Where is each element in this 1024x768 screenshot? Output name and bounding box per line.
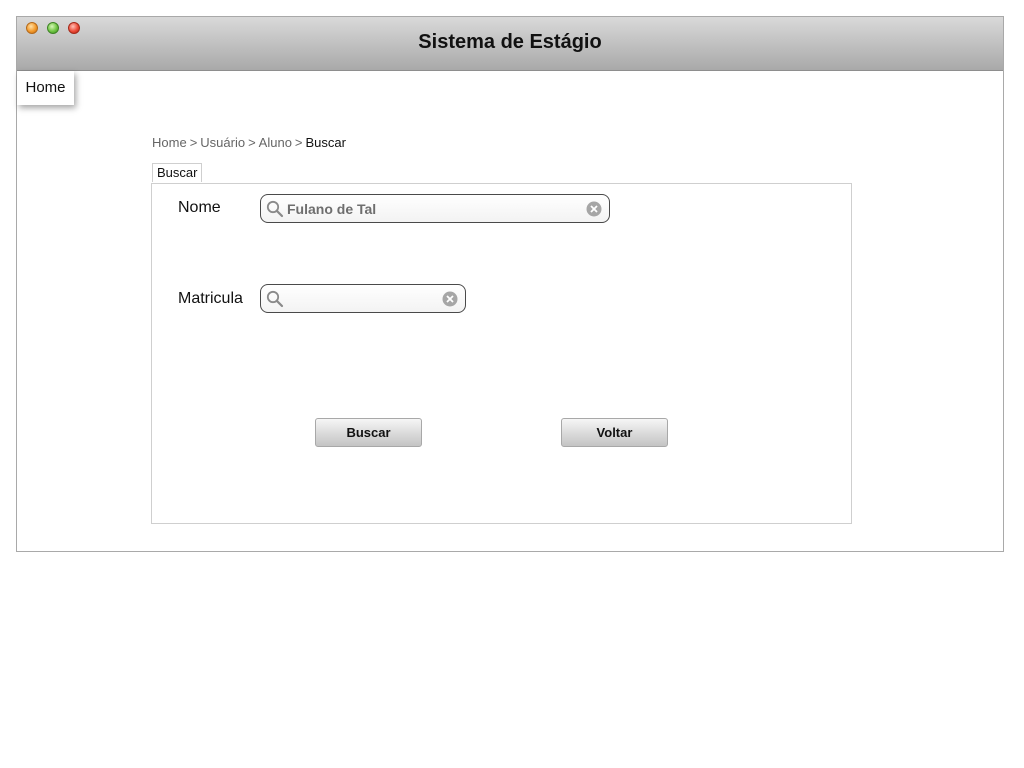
nome-search-field[interactable] xyxy=(260,194,610,223)
matricula-label: Matricula xyxy=(178,290,243,307)
breadcrumb-separator: > xyxy=(189,135,198,150)
voltar-button[interactable]: Voltar xyxy=(561,418,668,447)
nome-input[interactable] xyxy=(287,199,577,219)
breadcrumb-home[interactable]: Home xyxy=(152,135,187,150)
matricula-input[interactable] xyxy=(287,289,437,309)
clear-icon[interactable] xyxy=(442,291,458,307)
breadcrumb-separator: > xyxy=(248,135,256,150)
breadcrumb-current: Buscar xyxy=(305,135,346,150)
title-bar: Sistema de Estágio xyxy=(17,17,1003,71)
breadcrumb: Home > Usuário > Aluno > Buscar xyxy=(152,135,346,150)
search-panel: Nome Matricula xyxy=(151,183,852,524)
clear-icon[interactable] xyxy=(586,201,602,217)
nome-label: Nome xyxy=(178,199,221,216)
matricula-search-field[interactable] xyxy=(260,284,466,313)
breadcrumb-separator: > xyxy=(294,135,303,150)
buscar-button[interactable]: Buscar xyxy=(315,418,422,447)
window-title: Sistema de Estágio xyxy=(418,31,602,53)
search-icon xyxy=(266,290,284,308)
app-window: Sistema de Estágio Home Home > Usuário > Alu… xyxy=(16,16,1004,552)
search-icon xyxy=(266,200,284,218)
breadcrumb-aluno[interactable]: Aluno xyxy=(259,135,292,150)
home-nav-button[interactable]: Home xyxy=(17,71,74,105)
tab-buscar[interactable]: Buscar xyxy=(152,163,203,182)
breadcrumb-usuario[interactable]: Usuário xyxy=(200,135,245,150)
